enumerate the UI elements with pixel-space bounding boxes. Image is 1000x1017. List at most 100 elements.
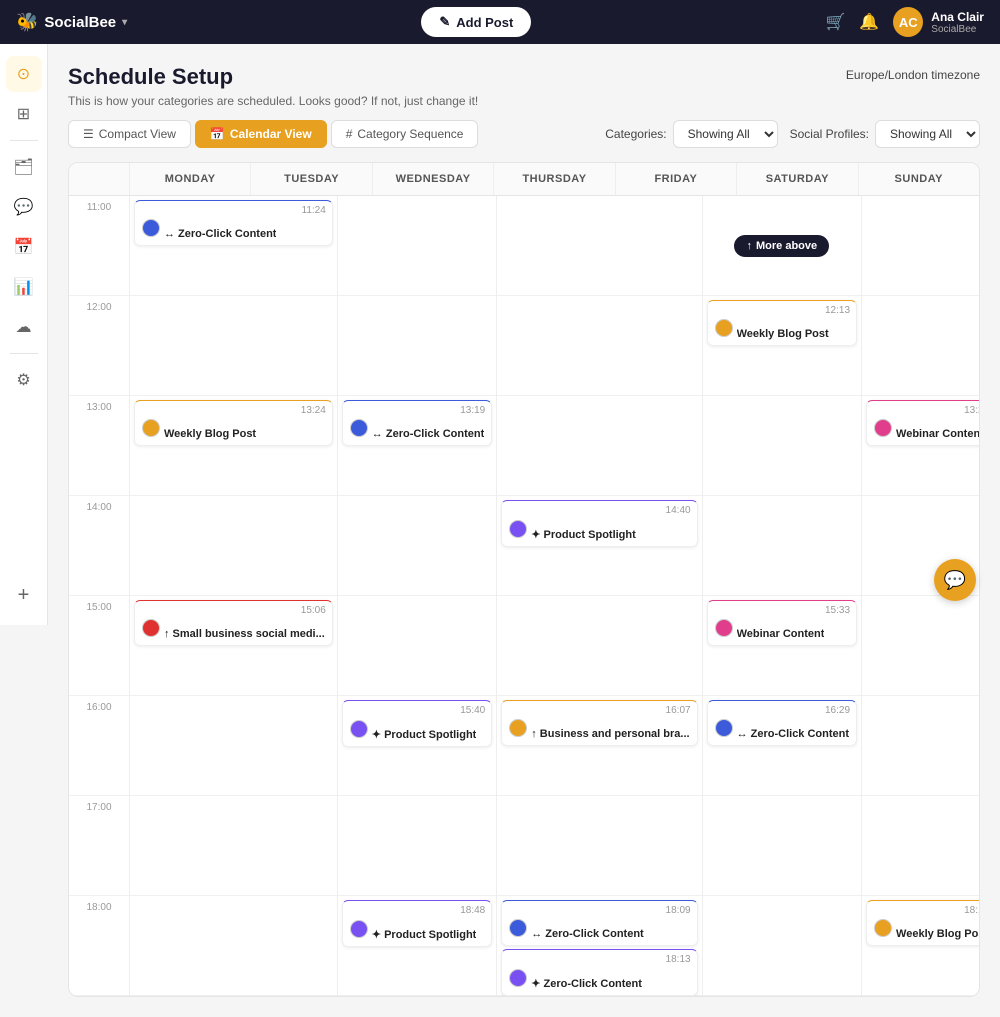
sequence-view-icon: # xyxy=(346,127,353,141)
event-avatar xyxy=(350,920,368,938)
event-thursday-webinar-1500[interactable]: 15:33 Webinar Content xyxy=(707,600,857,646)
tab-compact-view[interactable]: ☰ Compact View xyxy=(68,120,191,148)
sidebar-item-chat[interactable]: 💬 xyxy=(6,189,42,225)
sidebar-item-add[interactable]: + xyxy=(6,577,42,613)
calendar-icon: 📅 xyxy=(14,237,34,257)
view-tabs: ☰ Compact View 📅 Calendar View # Categor… xyxy=(68,120,478,148)
compact-view-icon: ☰ xyxy=(83,127,94,141)
event-title: ↑ Small business social medi... xyxy=(164,628,325,640)
sidebar-divider-1 xyxy=(10,140,38,141)
home-icon: ⊙ xyxy=(17,64,30,84)
event-wednesday-business-1600[interactable]: 16:07 ↑ Business and personal bra... xyxy=(501,700,697,746)
compact-view-label: Compact View xyxy=(99,127,176,141)
event-time: 14:40 xyxy=(666,505,691,516)
profiles-select[interactable]: Showing All xyxy=(875,120,980,148)
monday-1100: 11:24 ↔ Zero-Click Content xyxy=(130,196,337,296)
calendar-body: 11:00 12:00 13:00 14:00 15:00 16:00 17:0… xyxy=(69,196,979,996)
cart-icon[interactable]: 🛒 xyxy=(825,12,845,32)
add-post-button[interactable]: ✎ Add Post xyxy=(421,7,531,37)
chat-icon: 💬 xyxy=(14,197,34,217)
wednesday-1200 xyxy=(497,296,701,396)
tuesday-1200 xyxy=(338,296,496,396)
event-tuesday-spotlight-1600[interactable]: 15:40 ✦ Product Spotlight xyxy=(342,700,492,747)
wednesday-1500 xyxy=(497,596,701,696)
event-time: 18:09 xyxy=(666,905,691,916)
categories-filter: Categories: Showing All xyxy=(605,120,777,148)
tuesday-1500 xyxy=(338,596,496,696)
event-avatar xyxy=(509,969,527,987)
monday-1200 xyxy=(130,296,337,396)
event-title: ↑ Business and personal bra... xyxy=(531,728,689,740)
event-monday-small-biz-1500[interactable]: 15:06 ↑ Small business social medi... xyxy=(134,600,333,646)
event-time: 11:24 xyxy=(302,205,326,216)
event-avatar xyxy=(715,619,733,637)
wednesday-1600: 16:07 ↑ Business and personal bra... xyxy=(497,696,701,796)
friday-1700 xyxy=(862,796,980,896)
event-title: Weekly Blog Post xyxy=(737,328,829,340)
event-title: ✦ Product Spotlight xyxy=(531,528,636,541)
event-monday-zero-click-1100[interactable]: 11:24 ↔ Zero-Click Content xyxy=(134,200,333,246)
nav-right: 🛒 🔔 AC Ana Clair SocialBee xyxy=(825,7,984,37)
time-column: 11:00 12:00 13:00 14:00 15:00 16:00 17:0… xyxy=(69,196,129,996)
event-time: 16:07 xyxy=(666,705,691,716)
friday-1200 xyxy=(862,296,980,396)
event-avatar xyxy=(142,419,160,437)
event-title: ↔ Zero-Click Content xyxy=(372,428,484,440)
brand-logo[interactable]: 🐝 SocialBee ▾ xyxy=(16,12,127,33)
event-tuesday-spotlight-1800[interactable]: 18:48 ✦ Product Spotlight xyxy=(342,900,492,947)
event-time: 15:33 xyxy=(825,605,850,616)
sidebar-item-folder[interactable]: 🗂 xyxy=(6,149,42,185)
event-title: Webinar Content xyxy=(737,628,825,640)
sidebar-item-cloud[interactable]: ☁ xyxy=(6,309,42,345)
sidebar-item-home[interactable]: ⊙ xyxy=(6,56,42,92)
chat-button[interactable]: 💬 xyxy=(934,559,976,601)
plus-icon: + xyxy=(18,584,30,607)
sidebar-item-schedule[interactable]: 📅 xyxy=(6,229,42,265)
time-1400: 14:00 xyxy=(69,496,129,596)
sidebar-item-grid[interactable]: ⊞ xyxy=(6,96,42,132)
monday-1300: 13:24 Weekly Blog Post xyxy=(130,396,337,496)
event-wednesday-zero-click-1809[interactable]: 18:09 ↔ Zero-Click Content xyxy=(501,900,697,946)
time-1200: 12:00 xyxy=(69,296,129,396)
event-avatar xyxy=(715,719,733,737)
event-thursday-zero-click-1600[interactable]: 16:29 ↔ Zero-Click Content xyxy=(707,700,857,746)
tab-category-sequence[interactable]: # Category Sequence xyxy=(331,120,479,148)
event-time: 18:16 xyxy=(964,905,980,916)
tuesday-1800: 18:48 ✦ Product Spotlight xyxy=(338,896,496,996)
header-monday: MONDAY xyxy=(129,163,250,195)
event-title: ✦ Product Spotlight xyxy=(372,728,477,741)
categories-select[interactable]: Showing All xyxy=(673,120,778,148)
event-title: Webinar Content xyxy=(896,428,980,440)
toolbar: ☰ Compact View 📅 Calendar View # Categor… xyxy=(68,120,980,148)
tuesday-1300: 13:19 ↔ Zero-Click Content xyxy=(338,396,496,496)
event-avatar xyxy=(509,520,527,538)
tuesday-1600: 15:40 ✦ Product Spotlight xyxy=(338,696,496,796)
event-title: Weekly Blog Post xyxy=(164,428,256,440)
header-sunday: SUNDAY xyxy=(858,163,979,195)
thursday-1100: ↑ More above xyxy=(703,196,861,296)
page-header-left: Schedule Setup This is how your categori… xyxy=(68,64,478,108)
more-above-button[interactable]: ↑ More above xyxy=(734,235,829,257)
event-time: 15:06 xyxy=(301,605,326,616)
header-saturday: SATURDAY xyxy=(736,163,857,195)
sidebar: ⊙ ⊞ 🗂 💬 📅 📊 ☁ ⚙ + xyxy=(0,44,48,625)
event-avatar xyxy=(350,720,368,738)
tuesday-1400 xyxy=(338,496,496,596)
bell-icon[interactable]: 🔔 xyxy=(859,12,879,32)
tab-calendar-view[interactable]: 📅 Calendar View xyxy=(195,120,327,148)
tuesday-1700 xyxy=(338,796,496,896)
event-monday-blog-1300[interactable]: 13:24 Weekly Blog Post xyxy=(134,400,333,446)
event-friday-blog-1800[interactable]: 18:16 Weekly Blog Post xyxy=(866,900,980,946)
sidebar-item-chart[interactable]: 📊 xyxy=(6,269,42,305)
event-wednesday-zero-click-1813[interactable]: 18:13 ✦ Zero-Click Content xyxy=(501,949,697,996)
sidebar-item-settings[interactable]: ⚙ xyxy=(6,362,42,398)
event-tuesday-zero-click-1300[interactable]: 13:19 ↔ Zero-Click Content xyxy=(342,400,492,446)
page-header: Schedule Setup This is how your categori… xyxy=(68,64,980,108)
col-monday: 11:24 ↔ Zero-Click Content 13:24 Weekly … xyxy=(129,196,337,996)
time-1700: 17:00 xyxy=(69,796,129,896)
event-friday-webinar-1300[interactable]: 13:27 Webinar Content xyxy=(866,400,980,446)
event-wednesday-spotlight-1400[interactable]: 14:40 ✦ Product Spotlight xyxy=(501,500,697,547)
user-menu[interactable]: AC Ana Clair SocialBee xyxy=(893,7,984,37)
event-thursday-blog-1200[interactable]: 12:13 Weekly Blog Post xyxy=(707,300,857,346)
event-time: 15:40 xyxy=(460,705,485,716)
